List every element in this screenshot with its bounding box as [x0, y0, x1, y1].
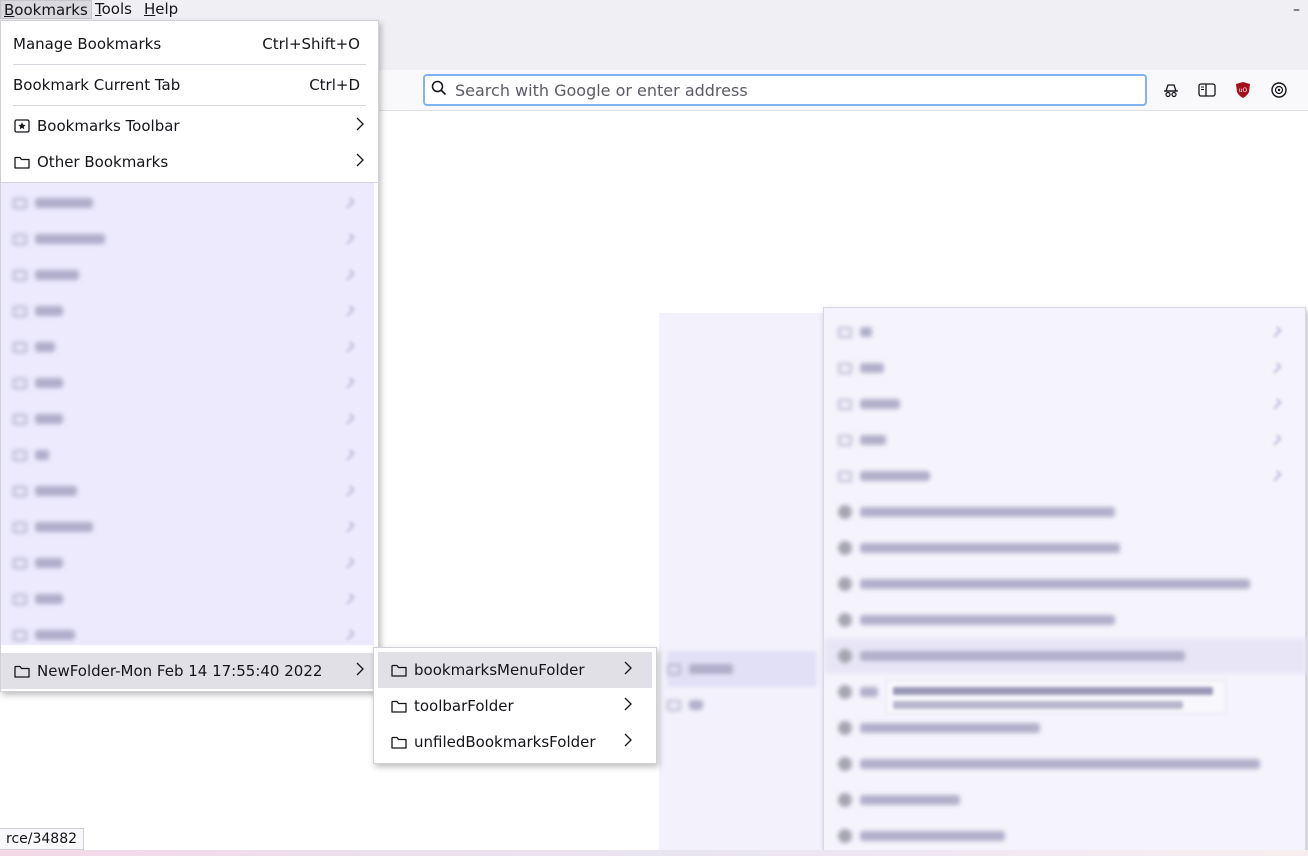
list-item[interactable]	[824, 638, 1307, 674]
manage-bookmarks-label: Manage Bookmarks	[13, 35, 162, 53]
chevron-right-icon	[356, 117, 364, 135]
bookmark-current-tab-label: Bookmark Current Tab	[13, 76, 181, 94]
bookmarks-toolbar-label: Bookmarks Toolbar	[37, 117, 180, 135]
ublock-shield-icon[interactable]: uO	[1233, 80, 1253, 100]
list-item[interactable]	[13, 185, 93, 221]
menu-bar: Bookmarks Tools Help –	[0, 0, 1308, 20]
item-label: bookmarksMenuFolder	[414, 661, 585, 679]
taskbar-strip	[0, 850, 1308, 856]
bookmarks-menu-folder-item[interactable]: bookmarksMenuFolder	[378, 652, 652, 688]
bookmarks-toolbar-icon	[13, 118, 31, 134]
folder-icon	[13, 154, 31, 170]
list-item[interactable]	[838, 458, 930, 494]
list-item[interactable]	[838, 350, 884, 386]
chevron-right-icon	[624, 661, 632, 679]
list-item[interactable]	[667, 687, 703, 723]
other-bookmarks-item[interactable]: Other Bookmarks	[1, 144, 378, 180]
list-item[interactable]	[838, 674, 878, 710]
url-input[interactable]	[455, 80, 1135, 100]
list-item[interactable]	[838, 494, 1115, 530]
list-item[interactable]	[838, 818, 1005, 854]
list-item[interactable]	[838, 566, 1250, 602]
list-item[interactable]	[667, 651, 817, 687]
list-item[interactable]	[838, 422, 886, 458]
folder-icon	[390, 734, 408, 750]
list-item[interactable]	[13, 401, 63, 437]
shortcut-label: Ctrl+Shift+O	[262, 35, 360, 53]
item-label: unfiledBookmarksFolder	[414, 733, 596, 751]
bookmarks-menu: Manage Bookmarks Ctrl+Shift+O Bookmark C…	[0, 20, 379, 692]
chevron-right-icon	[356, 662, 364, 680]
menu-separator	[13, 64, 366, 65]
blurred-submenu-2	[659, 313, 824, 856]
folder-icon	[390, 662, 408, 678]
new-folder-label: NewFolder-Mon Feb 14 17:55:40 2022	[37, 662, 323, 680]
blurred-folder-list	[1, 183, 374, 645]
list-item[interactable]	[838, 602, 1115, 638]
other-bookmarks-label: Other Bookmarks	[37, 153, 169, 171]
list-item[interactable]	[13, 221, 105, 257]
list-item[interactable]	[838, 530, 1120, 566]
menu-bookmarks[interactable]: Bookmarks	[0, 0, 92, 19]
new-folder-item[interactable]: NewFolder-Mon Feb 14 17:55:40 2022	[1, 653, 378, 689]
list-item[interactable]	[13, 473, 77, 509]
manage-bookmarks-item[interactable]: Manage Bookmarks Ctrl+Shift+O	[1, 26, 378, 62]
list-item[interactable]	[838, 386, 900, 422]
minimize-button[interactable]: –	[1293, 2, 1300, 18]
bookmarks-toolbar-item[interactable]: Bookmarks Toolbar	[1, 108, 378, 144]
list-item[interactable]	[13, 437, 49, 473]
folder-icon	[390, 698, 408, 714]
list-item[interactable]	[13, 329, 55, 365]
list-item[interactable]	[838, 782, 960, 818]
chevron-right-icon	[356, 153, 364, 171]
item-label: toolbarFolder	[414, 697, 514, 715]
folder-icon	[13, 663, 31, 679]
blurred-submenu-3	[823, 307, 1307, 856]
menu-help[interactable]: Help	[141, 0, 181, 19]
list-item[interactable]	[13, 293, 63, 329]
list-item[interactable]	[838, 710, 1040, 746]
list-item[interactable]	[13, 581, 63, 617]
chevron-right-icon	[624, 697, 632, 715]
sidebar-icon[interactable]	[1197, 80, 1217, 100]
list-item[interactable]	[13, 257, 79, 293]
status-url: rce/34882	[0, 828, 85, 850]
list-item[interactable]	[13, 545, 63, 581]
list-item[interactable]	[838, 314, 872, 350]
search-icon	[431, 80, 447, 100]
incognito-icon[interactable]	[1161, 80, 1181, 100]
new-folder-submenu: bookmarksMenuFolder toolbarFolder unfile…	[373, 647, 657, 764]
url-bar[interactable]	[423, 74, 1147, 106]
list-item[interactable]	[838, 746, 1260, 782]
toolbar-folder-item[interactable]: toolbarFolder	[378, 688, 652, 724]
bookmark-current-tab-item[interactable]: Bookmark Current Tab Ctrl+D	[1, 67, 378, 103]
chevron-right-icon	[624, 733, 632, 751]
menu-tools[interactable]: Tools	[92, 0, 135, 19]
svg-text:uO: uO	[1239, 87, 1248, 94]
shortcut-label: Ctrl+D	[309, 76, 360, 94]
menu-separator	[13, 105, 366, 106]
extensions-icon[interactable]	[1269, 80, 1289, 100]
unfiled-bookmarks-folder-item[interactable]: unfiledBookmarksFolder	[378, 724, 652, 760]
list-item[interactable]	[13, 617, 75, 653]
tooltip	[886, 680, 1226, 714]
list-item[interactable]	[13, 365, 63, 401]
list-item[interactable]	[13, 509, 93, 545]
